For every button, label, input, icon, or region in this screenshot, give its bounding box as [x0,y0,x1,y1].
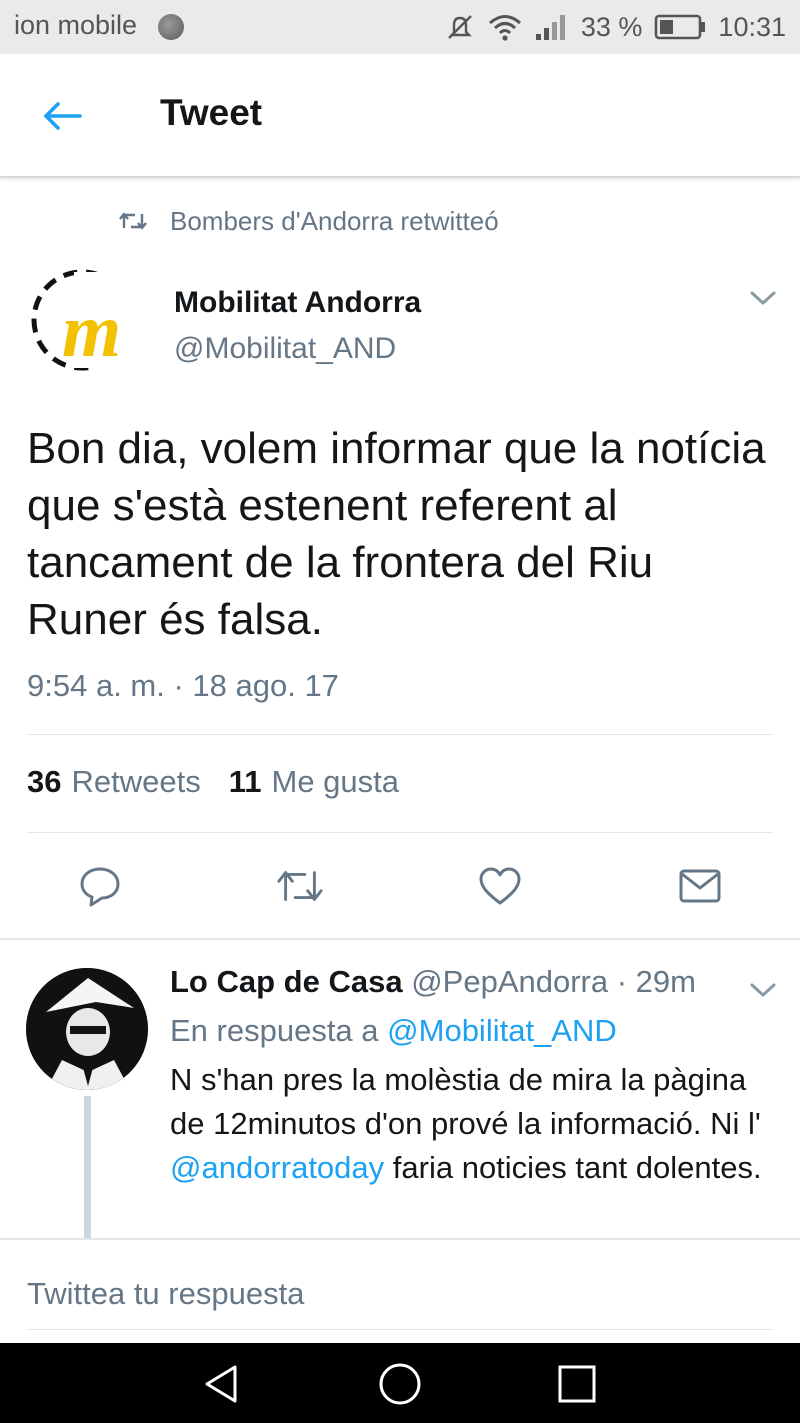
carrier-badge-icon [158,14,184,40]
signal-icon [535,12,569,42]
retweeted-by-text[interactable]: Bombers d'Andorra retwitteó [170,206,499,237]
retweets-stat[interactable]: 36 Retweets [27,764,201,800]
reply-text: N s'han pres la molèstia de mira la pàgi… [170,1058,770,1190]
divider [27,1329,773,1330]
status-icons: 33 % 10:31 [445,9,786,45]
nav-home-button[interactable] [377,1361,423,1407]
retweet-icon [119,212,147,230]
likes-count: 11 [228,764,262,799]
retweets-count: 36 [27,764,62,799]
divider [27,734,773,735]
likes-stat[interactable]: 11 Me gusta [229,764,399,800]
back-arrow-icon [44,102,82,130]
reply-compose-input[interactable]: Twittea tu respuesta [27,1276,304,1312]
retweet-icon [277,871,323,901]
nav-back-button[interactable] [198,1361,244,1407]
reply-author-handle[interactable]: @PepAndorra [411,964,608,999]
divider [27,832,773,833]
divider [0,938,800,940]
like-button[interactable] [476,862,524,910]
chevron-down-icon [750,983,776,997]
back-button[interactable] [36,94,88,138]
author-handle[interactable]: @Mobilitat_AND [174,332,396,366]
in-reply-to: En respuesta a @Mobilitat_AND [170,1013,617,1049]
system-nav-bar [0,1343,800,1423]
carrier-name: ion mobile [14,10,138,40]
chevron-down-icon [750,291,776,305]
mention-link[interactable]: @andorratoday [170,1150,384,1185]
battery-percent: 33 % [580,11,643,42]
tweet-menu-button[interactable] [748,286,778,310]
retweet-header: Bombers d'Andorra retwitteó [118,204,499,238]
tweet-timestamp[interactable]: 9:54 a. m. · 18 ago. 17 [27,668,339,704]
app-bar: Tweet [0,54,800,178]
reply-text-part2: faria noticies tant dolentes. [392,1150,762,1185]
nav-home-icon [379,1363,421,1405]
avatar[interactable]: m [26,264,138,376]
tweet-stats: 36 Retweets 11 Me gusta [27,764,399,800]
thread-line [84,1096,91,1240]
in-reply-to-handle[interactable]: @Mobilitat_AND [387,1013,617,1048]
author-name[interactable]: Mobilitat Andorra [174,286,421,320]
wifi-icon [487,12,523,42]
retweets-label: Retweets [71,764,201,799]
tweet-actions [0,862,800,914]
heart-icon [479,867,521,905]
direct-message-button[interactable] [676,862,724,910]
nav-recents-button[interactable] [554,1361,600,1407]
retweet-button[interactable] [276,862,324,910]
clock: 10:31 [718,11,786,42]
reply-avatar[interactable] [26,968,148,1090]
status-bar: ion mobile 33 % 10:31 [0,0,800,54]
tweet-text: Bon dia, volem informar que la notícia q… [27,424,766,644]
nav-recents-icon [558,1365,596,1403]
in-reply-to-label: En respuesta a [170,1013,379,1048]
battery-icon [654,13,706,41]
reply-icon [80,867,120,907]
mail-icon [679,869,721,903]
reply-header: Lo Cap de Casa @PepAndorra · 29m [170,964,696,1000]
page-title: Tweet [160,92,263,133]
divider [0,1238,800,1240]
reply-button[interactable] [76,862,124,910]
nav-back-icon [205,1365,237,1403]
reply-text-part1: N s'han pres la molèstia de mira la pàgi… [170,1062,761,1141]
reply-time: · 29m [616,964,696,999]
likes-label: Me gusta [271,764,400,799]
reply-author-name[interactable]: Lo Cap de Casa [170,964,403,999]
mute-icon [445,12,475,42]
svg-text:m: m [62,289,121,373]
reply-menu-button[interactable] [748,978,778,1002]
